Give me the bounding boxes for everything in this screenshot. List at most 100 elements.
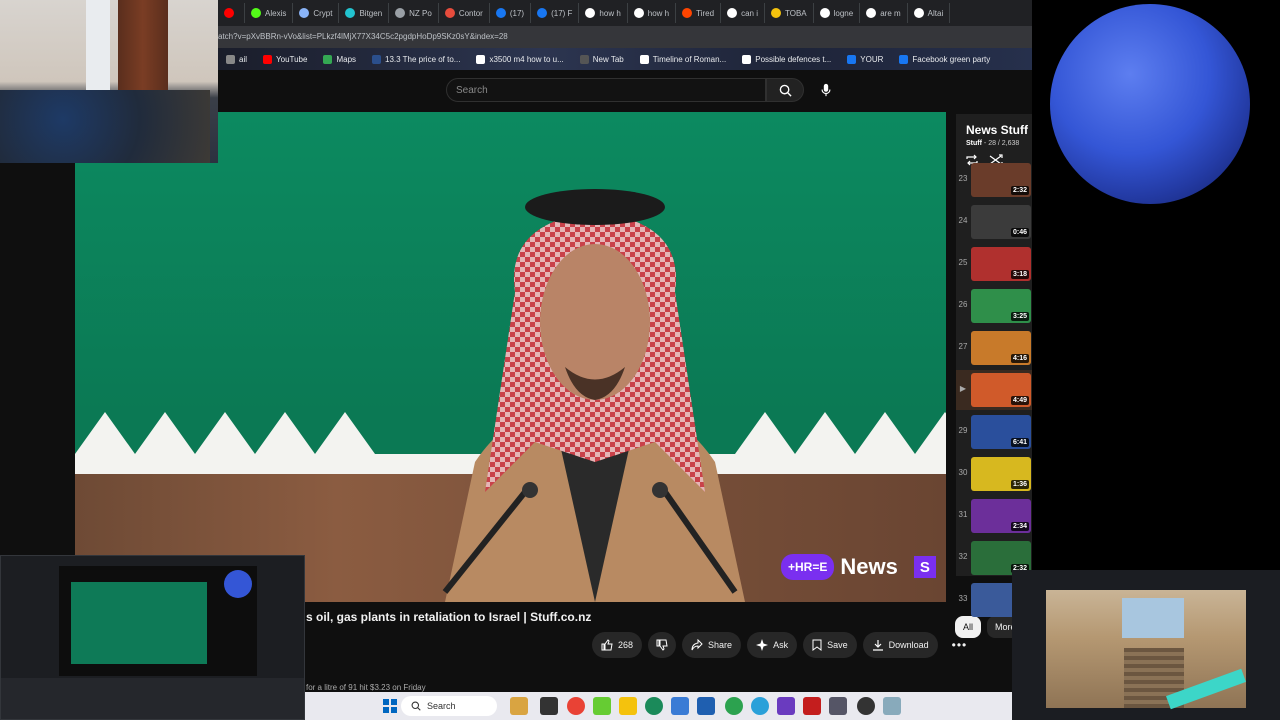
playlist-item-thumbnail: 3:25 <box>971 289 1031 323</box>
playlist-item-index: ▶ <box>959 384 967 393</box>
microphone-icon <box>821 83 831 97</box>
app-icon[interactable] <box>725 697 743 715</box>
browser-tab[interactable]: Altai <box>908 3 951 23</box>
bookmark-item[interactable]: Possible defences t... <box>734 54 839 64</box>
taskbar: Search <box>305 692 1012 720</box>
playlist-item-duration: 6:41 <box>1010 438 1029 447</box>
dislike-button[interactable] <box>648 632 677 658</box>
share-button[interactable]: Share <box>682 632 742 658</box>
bookmark-item[interactable]: ail <box>218 54 255 64</box>
contor-icon <box>444 8 455 18</box>
playlist-item-duration: 1:36 <box>1010 480 1029 489</box>
playlist-item-duration: 4:49 <box>1010 396 1029 405</box>
browser-tab-label: logne <box>833 8 854 18</box>
playlist-item-duration: 0:46 <box>1010 228 1029 237</box>
bookmark-item[interactable]: Maps <box>315 54 364 64</box>
youtube-icon <box>224 8 234 18</box>
bookmark-item[interactable]: New Tab <box>572 54 632 64</box>
windows-start-icon[interactable] <box>381 697 399 715</box>
like-button[interactable]: 268 <box>592 632 643 658</box>
browser-tab[interactable]: NZ Po <box>389 3 439 23</box>
browser-tab[interactable]: are m <box>860 3 908 23</box>
obs-icon[interactable] <box>857 697 875 715</box>
download-button[interactable]: Download <box>862 632 938 658</box>
playlist-channel: Stuff <box>966 140 982 147</box>
frieze-triangle <box>195 412 255 454</box>
bookmark-favicon-icon <box>372 54 382 64</box>
bookmark-item[interactable]: 13.3 The price of to... <box>364 54 468 64</box>
bookmark-item[interactable]: YOUR <box>839 54 891 64</box>
browser-tab[interactable]: can i <box>721 3 765 23</box>
more-dots-icon: ••• <box>951 638 968 652</box>
browser-tab[interactable]: TOBA <box>765 3 814 23</box>
frieze-triangle <box>75 412 135 454</box>
browser-tab[interactable]: Contor <box>439 3 490 23</box>
frieze-triangle <box>915 412 946 454</box>
desktop-screen: Alexis Crypt Bitgen NZ Po Contor (17) (17) F ho… <box>0 0 1280 720</box>
playlist-item-duration: 2:34 <box>1010 522 1029 531</box>
playlist-item-index: 23 <box>958 174 968 183</box>
bookmark-item[interactable]: x3500 m4 how to u... <box>468 54 571 64</box>
app-icon[interactable] <box>803 697 821 715</box>
playlist-item-index: 26 <box>958 300 968 309</box>
app-icon[interactable] <box>593 697 611 715</box>
preview-video <box>71 582 207 664</box>
bookmark-label: Maps <box>336 54 357 64</box>
url-text: atch?v=pXvBBRn-vVo&list=PLkzf4lMjX77X34C… <box>218 32 508 41</box>
save-button[interactable]: Save <box>803 632 857 658</box>
widget-icon[interactable] <box>510 697 528 715</box>
file-explorer-icon[interactable] <box>619 697 637 715</box>
chrome-icon[interactable] <box>567 697 585 715</box>
frieze-triangle <box>315 412 375 454</box>
settings-icon[interactable] <box>829 697 847 715</box>
store-icon[interactable] <box>697 697 715 715</box>
toba-icon <box>770 8 781 18</box>
playlist-position: 28 / 2,638 <box>988 140 1020 147</box>
google-icon <box>633 8 644 18</box>
browser-tab-label: (17) <box>509 8 525 18</box>
telegram-icon[interactable] <box>751 697 769 715</box>
browser-tab[interactable]: Bitgen <box>339 3 390 23</box>
app-icon[interactable] <box>671 697 689 715</box>
taskbar-search-label: Search <box>427 701 456 711</box>
taskbar-search[interactable]: Search <box>401 696 497 716</box>
ask-button[interactable]: Ask <box>747 632 798 658</box>
playlist-item-duration: 2:32 <box>1010 186 1029 195</box>
frieze-triangle <box>135 412 195 454</box>
planet-image <box>1050 4 1250 204</box>
browser-tab-strip: Alexis Crypt Bitgen NZ Po Contor (17) (17) F ho… <box>218 0 1032 26</box>
playlist-item-thumbnail: 4:49 <box>971 373 1031 407</box>
playlist-item-thumbnail: 6:41 <box>971 415 1031 449</box>
playlist-item-thumbnail: 2:32 <box>971 163 1031 197</box>
browser-tab[interactable]: Crypt <box>293 3 340 23</box>
address-bar[interactable]: atch?v=pXvBBRn-vVo&list=PLkzf4lMjX77X34C… <box>218 26 1032 48</box>
app-icon[interactable] <box>777 697 795 715</box>
browser-tab[interactable]: how h <box>579 3 628 23</box>
browser-tab-label: TOBA <box>784 8 807 18</box>
video-player[interactable]: +HR=E News S <box>75 112 946 602</box>
bookmark-favicon-icon <box>263 54 273 64</box>
browser-tab[interactable] <box>218 3 245 23</box>
app-icon[interactable] <box>883 697 901 715</box>
edge-icon[interactable] <box>645 697 663 715</box>
playlist-item-index: 33 <box>958 594 968 603</box>
browser-tab[interactable]: logne <box>814 3 861 23</box>
search-input[interactable]: Search <box>446 78 766 102</box>
task-view-icon[interactable] <box>540 697 558 715</box>
voice-search-button[interactable] <box>814 78 838 102</box>
google-icon <box>819 8 830 18</box>
browser-tab[interactable]: Alexis <box>245 3 294 23</box>
bookmark-item[interactable]: YouTube <box>255 54 315 64</box>
facebook-icon <box>537 8 548 18</box>
browser-tab[interactable]: (17) F <box>531 3 580 23</box>
right-backdrop <box>1032 210 1280 570</box>
playlist-item-index: 30 <box>958 468 968 477</box>
search-button[interactable] <box>766 78 804 102</box>
browser-tab[interactable]: Tired <box>676 3 722 23</box>
bookmark-item[interactable]: Timeline of Roman... <box>632 54 735 64</box>
bookmark-item[interactable]: Facebook green party <box>891 54 998 64</box>
browser-tab[interactable]: how h <box>628 3 677 23</box>
game-stream-overlay <box>1012 570 1280 720</box>
bookmark-label: Facebook green party <box>912 54 991 64</box>
browser-tab[interactable]: (17) <box>490 3 532 23</box>
